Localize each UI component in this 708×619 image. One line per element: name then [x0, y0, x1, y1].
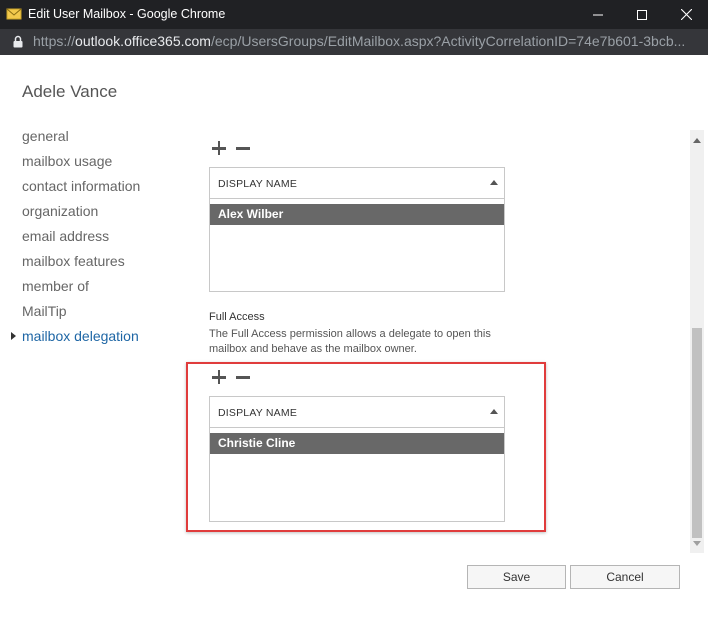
nav-item-mailbox-usage[interactable]: mailbox usage: [22, 152, 140, 177]
close-window-button[interactable]: [664, 0, 708, 29]
nav-item-general[interactable]: general: [22, 127, 140, 152]
full-access-remove-button[interactable]: [234, 368, 252, 386]
lock-icon: [13, 35, 23, 53]
nav-item-label: mailbox delegation: [22, 328, 139, 344]
content-scrollbar[interactable]: [690, 130, 704, 553]
url-scheme: https://: [33, 33, 76, 49]
send-as-list[interactable]: DISPLAY NAME Alex Wilber: [209, 167, 505, 292]
maximize-button[interactable]: [620, 0, 664, 29]
full-access-add-button[interactable]: [210, 368, 228, 386]
maximize-icon: [637, 9, 647, 20]
page: Adele Vance general mailbox usage contac…: [0, 55, 708, 619]
send-as-toolbar: [210, 139, 252, 159]
send-as-column-header[interactable]: DISPLAY NAME: [210, 168, 504, 199]
window-title: Edit User Mailbox - Google Chrome: [28, 7, 226, 21]
close-icon: [680, 9, 692, 20]
scrollbar-thumb[interactable]: [692, 328, 702, 538]
sort-ascending-icon[interactable]: [490, 180, 498, 185]
send-as-remove-button[interactable]: [234, 139, 252, 157]
url-host: outlook.office365.com: [75, 33, 211, 49]
nav-item-email-address[interactable]: email address: [22, 227, 140, 252]
save-button[interactable]: Save: [467, 565, 566, 589]
url-text[interactable]: https://outlook.office365.com/ecp/UsersG…: [33, 33, 705, 49]
nav-item-organization[interactable]: organization: [22, 202, 140, 227]
cancel-button[interactable]: Cancel: [570, 565, 680, 589]
minimize-button[interactable]: [576, 0, 620, 29]
url-path: /ecp/UsersGroups/EditMailbox.aspx?Activi…: [210, 33, 686, 49]
nav-item-mailbox-features[interactable]: mailbox features: [22, 252, 140, 277]
nav-item-member-of[interactable]: member of: [22, 277, 140, 302]
sidebar-nav: general mailbox usage contact informatio…: [11, 127, 140, 352]
nav-item-mailbox-delegation[interactable]: mailbox delegation: [11, 327, 140, 352]
send-as-add-button[interactable]: [210, 139, 228, 157]
column-header-label: DISPLAY NAME: [218, 178, 298, 190]
page-title: Adele Vance: [22, 82, 118, 101]
sort-ascending-icon[interactable]: [490, 409, 498, 414]
outlook-envelope-icon: [6, 6, 22, 22]
full-access-list[interactable]: DISPLAY NAME Christie Cline: [209, 396, 505, 522]
full-access-row[interactable]: Christie Cline: [210, 433, 504, 454]
full-access-description: The Full Access permission allows a dele…: [209, 328, 491, 355]
nav-item-contact-information[interactable]: contact information: [22, 177, 140, 202]
full-access-toolbar: [210, 368, 252, 388]
active-indicator-icon: [11, 332, 16, 340]
window-titlebar: Edit User Mailbox - Google Chrome: [0, 0, 708, 29]
scroll-up-icon[interactable]: [693, 138, 701, 143]
delegation-content: DISPLAY NAME Alex Wilber Full Access The…: [196, 129, 686, 552]
minimize-icon: [593, 14, 603, 15]
scroll-down-icon[interactable]: [693, 541, 701, 546]
nav-item-mailtip[interactable]: MailTip: [22, 302, 140, 327]
column-header-label: DISPLAY NAME: [218, 407, 298, 419]
full-access-title: Full Access: [209, 311, 265, 323]
address-bar[interactable]: https://outlook.office365.com/ecp/UsersG…: [0, 29, 708, 55]
full-access-column-header[interactable]: DISPLAY NAME: [210, 397, 504, 428]
send-as-row[interactable]: Alex Wilber: [210, 204, 504, 225]
